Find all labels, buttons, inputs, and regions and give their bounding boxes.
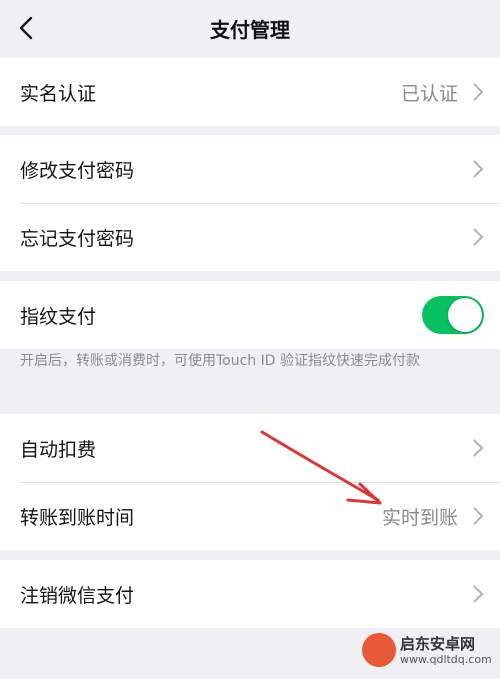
chevron-right-icon: [473, 228, 484, 246]
forgot-password-label: 忘记支付密码: [20, 228, 135, 250]
row-auto-deduct[interactable]: 自动扣费: [0, 414, 500, 482]
toggle-knob: [448, 298, 482, 332]
watermark-logo-icon: [362, 633, 396, 667]
chevron-right-icon: [473, 160, 484, 178]
chevron-right-icon: [473, 585, 484, 603]
page-title: 支付管理: [210, 18, 290, 42]
realname-status: 已认证: [400, 83, 458, 105]
auto-deduct-label: 自动扣费: [20, 439, 97, 461]
row-transfer-time[interactable]: 转账到账时间 实时到账: [0, 482, 500, 550]
row-cancel-wechat-pay[interactable]: 注销微信支付: [0, 560, 500, 628]
realname-label: 实名认证: [20, 83, 97, 105]
password-group: 修改支付密码 忘记支付密码: [0, 135, 500, 271]
row-realname[interactable]: 实名认证 已认证: [0, 58, 500, 126]
row-fingerprint: 指纹支付: [0, 281, 500, 349]
cancel-wechat-pay-label: 注销微信支付: [20, 585, 135, 607]
realname-group: 实名认证 已认证: [0, 58, 500, 126]
fingerprint-toggle[interactable]: [422, 296, 484, 334]
transfer-time-label: 转账到账时间: [20, 507, 135, 529]
watermark-url: www.qdltdq.com: [400, 653, 492, 666]
fingerprint-group: 指纹支付: [0, 281, 500, 349]
modify-password-label: 修改支付密码: [20, 160, 135, 182]
fingerprint-note: 开启后，转账或消费时，可使用Touch ID 验证指纹快速完成付款: [20, 353, 420, 369]
row-modify-password[interactable]: 修改支付密码: [0, 135, 500, 203]
chevron-right-icon: [473, 439, 484, 457]
fingerprint-label: 指纹支付: [20, 306, 97, 328]
payment-settings-group: 自动扣费 转账到账时间 实时到账: [0, 414, 500, 550]
chevron-right-icon: [473, 83, 484, 101]
row-forgot-password[interactable]: 忘记支付密码: [0, 203, 500, 271]
watermark-name: 启东安卓网: [400, 635, 476, 653]
cancel-group: 注销微信支付: [0, 560, 500, 628]
navigation-bar: 支付管理: [0, 0, 500, 58]
transfer-time-value: 实时到账: [381, 507, 458, 529]
chevron-right-icon: [473, 507, 484, 525]
watermark: 启东安卓网 www.qdltdq.com: [362, 631, 492, 671]
